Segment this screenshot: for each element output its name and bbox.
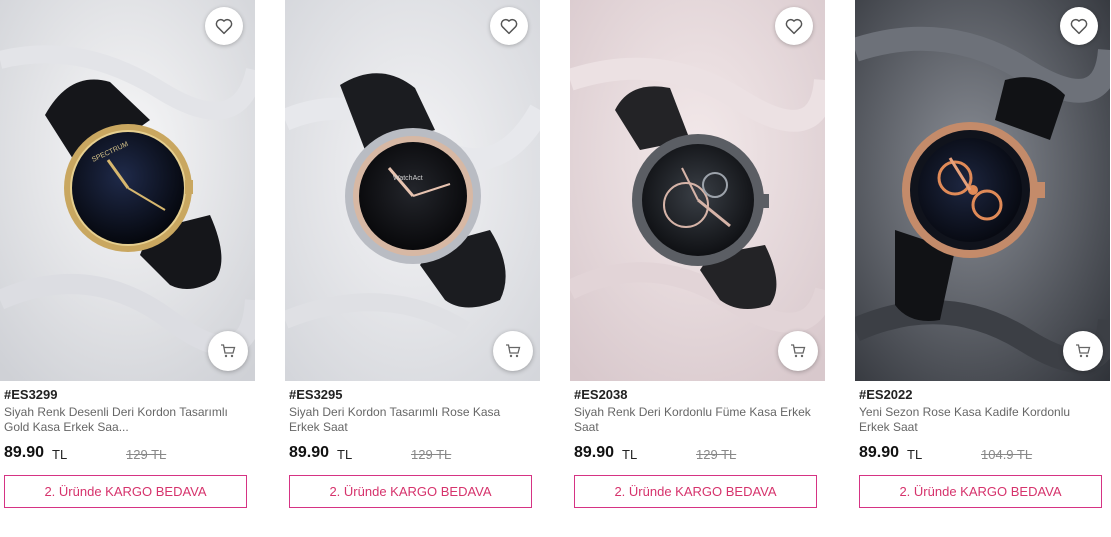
heart-icon <box>215 18 233 35</box>
add-to-cart-button[interactable] <box>208 331 248 371</box>
old-price: 129 TL <box>126 447 167 462</box>
currency-label: TL <box>622 447 638 462</box>
heart-icon <box>500 18 518 35</box>
currency-label: TL <box>337 447 353 462</box>
add-to-cart-button[interactable] <box>1063 331 1103 371</box>
favorite-button[interactable] <box>205 7 243 45</box>
cart-icon <box>221 344 236 358</box>
product-code[interactable]: #ES3299 <box>4 387 58 402</box>
favorite-button[interactable] <box>490 7 528 45</box>
product-title[interactable]: Siyah Renk Deri Kordonlu Füme Kasa Erkek… <box>574 405 814 435</box>
price-row: 89.90 TL 129 TL <box>4 444 244 464</box>
product-card[interactable]: #ES2038 Siyah Renk Deri Kordonlu Füme Ka… <box>570 0 825 520</box>
free-shipping-promo-button[interactable]: 2. Üründe KARGO BEDAVA <box>4 475 247 508</box>
heart-icon <box>785 18 803 35</box>
current-price: 89.90 <box>574 444 615 461</box>
current-price: 89.90 <box>859 444 900 461</box>
old-price: 129 TL <box>411 447 452 462</box>
cart-icon <box>791 344 806 358</box>
product-grid: SPECTRUM #ES3299 Siyah Renk Desenli Deri… <box>0 0 1111 537</box>
add-to-cart-button[interactable] <box>778 331 818 371</box>
currency-label: TL <box>907 447 923 462</box>
product-card[interactable]: WatchAct #ES3295 Siyah Deri Kordon Tasar… <box>285 0 540 520</box>
price-row: 89.90 TL 129 TL <box>574 444 814 464</box>
price-row: 89.90 TL 129 TL <box>289 444 529 464</box>
product-image[interactable]: SPECTRUM <box>0 0 255 381</box>
product-title[interactable]: Siyah Deri Kordon Tasarımlı Rose Kasa Er… <box>289 405 529 435</box>
product-image[interactable] <box>855 0 1110 381</box>
cart-icon <box>1076 344 1091 358</box>
add-to-cart-button[interactable] <box>493 331 533 371</box>
free-shipping-promo-button[interactable]: 2. Üründe KARGO BEDAVA <box>859 475 1102 508</box>
product-title[interactable]: Yeni Sezon Rose Kasa Kadife Kordonlu Erk… <box>859 405 1099 435</box>
watch-brand-label: WatchAct <box>393 175 423 182</box>
product-image[interactable] <box>570 0 825 381</box>
product-code[interactable]: #ES3295 <box>289 387 343 402</box>
current-price: 89.90 <box>289 444 330 461</box>
price-row: 89.90 TL 104.9 TL <box>859 444 1099 464</box>
cart-icon <box>506 344 521 358</box>
product-card[interactable]: #ES2022 Yeni Sezon Rose Kasa Kadife Kord… <box>855 0 1110 520</box>
free-shipping-promo-button[interactable]: 2. Üründe KARGO BEDAVA <box>289 475 532 508</box>
heart-icon <box>1070 18 1088 35</box>
old-price: 104.9 TL <box>981 447 1033 462</box>
favorite-button[interactable] <box>775 7 813 45</box>
product-card[interactable]: SPECTRUM #ES3299 Siyah Renk Desenli Deri… <box>0 0 255 520</box>
product-title[interactable]: Siyah Renk Desenli Deri Kordon Tasarımlı… <box>4 405 244 435</box>
product-image[interactable]: WatchAct <box>285 0 540 381</box>
current-price: 89.90 <box>4 444 45 461</box>
free-shipping-promo-button[interactable]: 2. Üründe KARGO BEDAVA <box>574 475 817 508</box>
old-price: 129 TL <box>696 447 737 462</box>
product-code[interactable]: #ES2038 <box>574 387 628 402</box>
product-code[interactable]: #ES2022 <box>859 387 913 402</box>
currency-label: TL <box>52 447 68 462</box>
favorite-button[interactable] <box>1060 7 1098 45</box>
